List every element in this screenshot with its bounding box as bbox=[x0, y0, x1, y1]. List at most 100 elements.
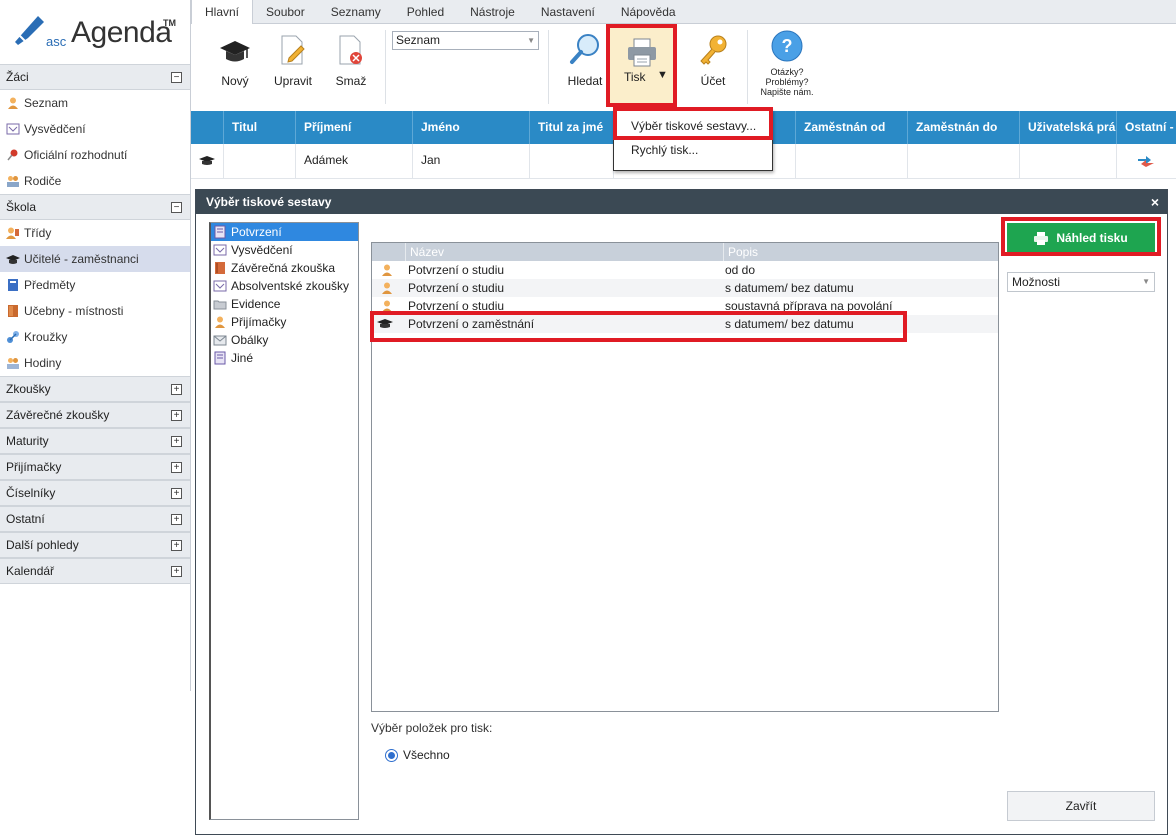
tab-nastaveni[interactable]: Nastavení bbox=[528, 0, 608, 23]
door-icon bbox=[8, 305, 18, 317]
grid-header-zamestnan-do[interactable]: Zaměstnán do bbox=[908, 111, 1020, 144]
collapse-icon[interactable]: − bbox=[171, 71, 182, 83]
section-title: Zkoušky bbox=[6, 382, 51, 396]
menu-item-rychly-tisk[interactable]: Rychlý tisk... bbox=[631, 143, 698, 157]
delete-label: Smaž bbox=[335, 74, 367, 88]
sidebar-item-label: Třídy bbox=[24, 226, 52, 240]
class-icon bbox=[6, 227, 19, 239]
sidebar-item-label: Rodiče bbox=[24, 174, 62, 188]
grid-header-titul-za[interactable]: Titul za jmé bbox=[530, 111, 614, 144]
grid-header-prijmeni[interactable]: Příjmení bbox=[296, 111, 413, 144]
view-select-value: Seznam bbox=[396, 33, 441, 47]
cell-titul bbox=[224, 144, 296, 179]
report-header-nazev[interactable]: Název bbox=[405, 243, 723, 261]
sidebar-item-label: Seznam bbox=[24, 96, 69, 110]
section-title: Další pohledy bbox=[6, 538, 79, 552]
section-title: Závěrečné zkoušky bbox=[6, 408, 110, 422]
find-button[interactable]: Hledat bbox=[563, 30, 607, 88]
section-zkousky[interactable]: Zkoušky + bbox=[0, 376, 190, 402]
category-evidence[interactable]: Evidence bbox=[211, 295, 358, 313]
highlight-box-print bbox=[606, 24, 677, 107]
sidebar-item-rodice[interactable]: Rodiče bbox=[0, 168, 190, 194]
category-vysvedceni[interactable]: Vysvědčení bbox=[211, 241, 358, 259]
cell-uzivatelska-prava bbox=[1020, 144, 1117, 179]
section-title: Přijímačky bbox=[6, 460, 62, 474]
new-label: Nový bbox=[221, 74, 249, 88]
grid-header-ostatni[interactable]: Ostatní - bbox=[1117, 111, 1176, 144]
section-ciselniky[interactable]: Číselníky + bbox=[0, 480, 190, 506]
sidebar-item-oficialni-rozhodnuti[interactable]: Oficiální rozhodnutí bbox=[0, 142, 190, 168]
category-label: Přijímačky bbox=[231, 315, 287, 329]
sidebar-item-ucebny[interactable]: Učebny - místnosti bbox=[0, 298, 190, 324]
report-header-popis[interactable]: Popis bbox=[723, 243, 979, 261]
section-zaverecne-zkousky[interactable]: Závěrečné zkoušky + bbox=[0, 402, 190, 428]
section-zaci[interactable]: Žáci − bbox=[0, 64, 190, 90]
section-skola[interactable]: Škola − bbox=[0, 194, 190, 220]
category-prijimacky[interactable]: Přijímačky bbox=[211, 313, 358, 331]
sync-arrows-icon[interactable] bbox=[1137, 155, 1155, 167]
logo-asc: asc bbox=[46, 34, 67, 49]
section-kalendar[interactable]: Kalendář + bbox=[0, 558, 190, 584]
report-name: Potvrzení o studiu bbox=[408, 281, 505, 295]
separator bbox=[747, 30, 748, 104]
close-button[interactable]: Zavřít bbox=[1007, 791, 1155, 821]
tab-seznamy[interactable]: Seznamy bbox=[318, 0, 394, 23]
category-absolventske-zkousky[interactable]: Absolventské zkoušky bbox=[211, 277, 358, 295]
category-obalky[interactable]: Obálky bbox=[211, 331, 358, 349]
close-icon[interactable]: × bbox=[1151, 190, 1159, 214]
expand-icon[interactable]: + bbox=[171, 461, 182, 473]
section-ostatni[interactable]: Ostatní + bbox=[0, 506, 190, 532]
expand-icon[interactable]: + bbox=[171, 435, 182, 447]
category-list: Potvrzení Vysvědčení Závěrečná zkouška A… bbox=[209, 222, 359, 820]
delete-document-icon bbox=[339, 35, 362, 65]
expand-icon[interactable]: + bbox=[171, 513, 182, 525]
sidebar-item-tridy[interactable]: Třídy bbox=[0, 220, 190, 246]
options-select[interactable]: Možnosti ▼ bbox=[1007, 272, 1155, 292]
grid-header-titul[interactable]: Titul bbox=[224, 111, 296, 144]
new-button[interactable]: Nový bbox=[215, 30, 255, 88]
sidebar-item-ucitele[interactable]: Učitelé - zaměstnanci bbox=[0, 246, 190, 272]
sidebar-item-hodiny[interactable]: Hodiny bbox=[0, 350, 190, 376]
highlight-box-menu-item bbox=[613, 107, 773, 140]
edit-button[interactable]: Upravit bbox=[271, 30, 315, 88]
category-zaverecna-zkouska[interactable]: Závěrečná zkouška bbox=[211, 259, 358, 277]
grid-header-jmeno[interactable]: Jméno bbox=[413, 111, 530, 144]
radio-selected-icon[interactable] bbox=[385, 748, 398, 762]
expand-icon[interactable]: + bbox=[171, 409, 182, 421]
category-jine[interactable]: Jiné bbox=[211, 349, 358, 367]
tab-nastroje[interactable]: Nástroje bbox=[457, 0, 528, 23]
help-button[interactable]: ? Otázky? Problémy? Napište nám. bbox=[757, 30, 817, 97]
grid-header-icon-column[interactable] bbox=[191, 111, 224, 144]
radio-all[interactable]: Všechno bbox=[385, 748, 450, 762]
sidebar-item-predmety[interactable]: Předměty bbox=[0, 272, 190, 298]
expand-icon[interactable]: + bbox=[171, 565, 182, 577]
grid-header-uzivatelska-prava[interactable]: Uživatelská prá bbox=[1020, 111, 1117, 144]
section-dalsi-pohledy[interactable]: Další pohledy + bbox=[0, 532, 190, 558]
sidebar-item-vysvedceni[interactable]: Vysvědčení bbox=[0, 116, 190, 142]
tab-soubor[interactable]: Soubor bbox=[253, 0, 318, 23]
certificate-icon bbox=[213, 244, 227, 256]
sidebar-item-krouzky[interactable]: Kroužky bbox=[0, 324, 190, 350]
account-button[interactable]: Účet bbox=[691, 30, 735, 88]
view-select[interactable]: Seznam ▼ bbox=[392, 31, 539, 50]
expand-icon[interactable]: + bbox=[171, 383, 182, 395]
report-header-icon[interactable] bbox=[372, 243, 405, 261]
sidebar-item-label: Vysvědčení bbox=[24, 122, 86, 136]
category-potvrzeni[interactable]: Potvrzení bbox=[211, 223, 358, 241]
tab-hlavni[interactable]: Hlavní bbox=[191, 0, 254, 25]
tab-napoveda[interactable]: Nápověda bbox=[608, 0, 689, 23]
grid-header-zamestnan-od[interactable]: Zaměstnán od bbox=[796, 111, 908, 144]
certificate-icon bbox=[213, 280, 227, 292]
expand-icon[interactable]: + bbox=[171, 539, 182, 551]
table-row[interactable]: Potvrzení o studiu od do bbox=[372, 261, 998, 279]
collapse-icon[interactable]: − bbox=[171, 201, 182, 213]
table-row[interactable]: Potvrzení o studiu s datumem/ bez datumu bbox=[372, 279, 998, 297]
tab-pohled[interactable]: Pohled bbox=[394, 0, 457, 23]
sidebar-item-seznam[interactable]: Seznam bbox=[0, 90, 190, 116]
delete-button[interactable]: Smaž bbox=[331, 30, 371, 88]
section-prijimacky[interactable]: Přijímačky + bbox=[0, 454, 190, 480]
sidebar: asc Agenda TM Žáci − Seznam Vysvědčení O… bbox=[0, 0, 191, 691]
dialog-title-bar[interactable]: Výběr tiskové sestavy × bbox=[196, 190, 1167, 214]
expand-icon[interactable]: + bbox=[171, 487, 182, 499]
section-maturity[interactable]: Maturity + bbox=[0, 428, 190, 454]
